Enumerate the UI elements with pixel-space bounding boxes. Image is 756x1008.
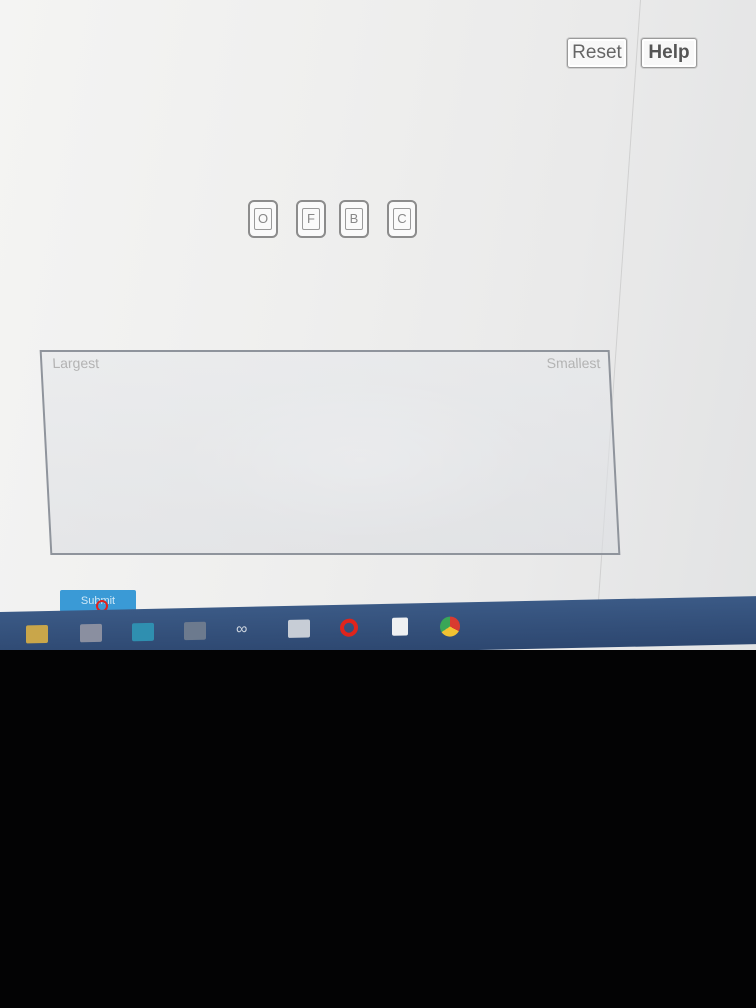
tile-label: F [302, 208, 320, 230]
dark-bezel [0, 650, 756, 1008]
mail-icon[interactable] [288, 619, 310, 638]
tile-label: B [345, 208, 363, 230]
ranking-dropzone[interactable]: Largest Smallest [39, 350, 621, 555]
largest-label: Largest [51, 355, 100, 371]
help-button[interactable]: Help [641, 38, 697, 68]
screen: Reset Help O F B C Largest Smallest Subm… [0, 0, 756, 660]
chrome-icon[interactable] [440, 616, 460, 637]
tile-c[interactable]: C [387, 200, 417, 238]
app-icon[interactable] [184, 621, 206, 641]
notes-icon[interactable] [392, 617, 408, 636]
infinity-icon[interactable]: ∞ [236, 621, 258, 639]
app-icon[interactable] [132, 622, 154, 642]
smallest-label: Smallest [546, 355, 601, 371]
panel-edge [598, 0, 756, 600]
tile-b[interactable]: B [339, 200, 369, 238]
tile-o[interactable]: O [248, 200, 278, 238]
tile-label: C [393, 208, 411, 230]
tile-f[interactable]: F [296, 200, 326, 238]
store-icon[interactable] [80, 623, 102, 643]
file-explorer-icon[interactable] [26, 624, 48, 644]
reset-button[interactable]: Reset [567, 38, 627, 68]
tile-label: O [254, 208, 272, 230]
opera-icon[interactable] [340, 618, 358, 637]
